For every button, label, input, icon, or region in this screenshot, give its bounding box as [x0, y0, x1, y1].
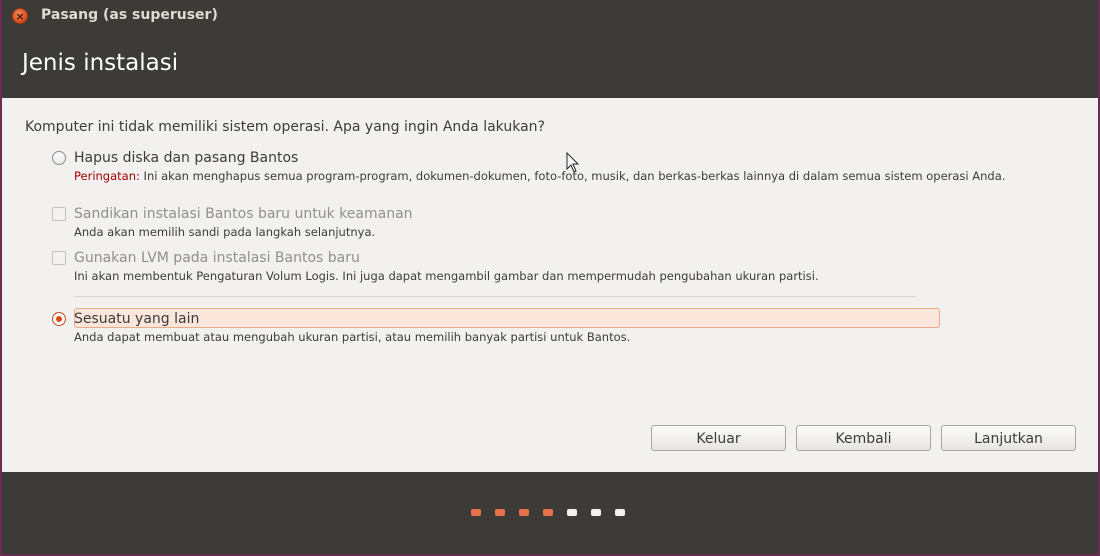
option-something-else[interactable]: Sesuatu yang lain: [52, 311, 199, 327]
page-title: Jenis instalasi: [22, 50, 179, 76]
progress-dot-1: [471, 509, 481, 516]
option-erase-label[interactable]: Hapus diska dan pasang Bantos: [74, 150, 298, 166]
progress-dot-6: [591, 509, 601, 516]
installer-window: × Pasang (as superuser) Jenis instalasi …: [2, 0, 1098, 554]
progress-dot-3: [519, 509, 529, 516]
option-lvm: Gunakan LVM pada instalasi Bantos baru: [52, 250, 360, 266]
option-lvm-description: Ini akan membentuk Pengaturan Volum Logi…: [74, 269, 819, 283]
option-encrypt-description: Anda akan memilih sandi pada langkah sel…: [74, 225, 376, 239]
option-encrypt: Sandikan instalasi Bantos baru untuk kea…: [52, 206, 413, 222]
continue-button[interactable]: Lanjutkan: [941, 425, 1076, 451]
title-bar: × Pasang (as superuser): [2, 0, 1098, 32]
separator: [74, 296, 916, 297]
progress-dot-4: [543, 509, 553, 516]
option-other-label[interactable]: Sesuatu yang lain: [74, 311, 199, 327]
mouse-pointer-icon: [566, 152, 580, 173]
radio-something-else[interactable]: [52, 312, 66, 326]
checkbox-lvm: [52, 251, 66, 265]
progress-dot-5: [567, 509, 577, 516]
option-encrypt-label: Sandikan instalasi Bantos baru untuk kea…: [74, 206, 413, 222]
progress-dots: [471, 509, 625, 516]
selected-option-highlight: [74, 308, 940, 328]
option-erase-description: Peringatan: Ini akan menghapus semua pro…: [74, 169, 1005, 183]
option-erase-disk[interactable]: Hapus diska dan pasang Bantos: [52, 150, 298, 166]
quit-button[interactable]: Keluar: [651, 425, 786, 451]
progress-dot-2: [495, 509, 505, 516]
question-text: Komputer ini tidak memiliki sistem opera…: [25, 119, 545, 135]
option-other-description: Anda dapat membuat atau mengubah ukuran …: [74, 330, 631, 344]
warning-prefix: Peringatan:: [74, 169, 140, 183]
window-title: Pasang (as superuser): [41, 7, 218, 23]
back-button[interactable]: Kembali: [796, 425, 931, 451]
option-lvm-label: Gunakan LVM pada instalasi Bantos baru: [74, 250, 360, 266]
footer-bar: [2, 472, 1098, 554]
close-icon[interactable]: ×: [12, 8, 28, 24]
content-area: Komputer ini tidak memiliki sistem opera…: [2, 98, 1098, 472]
checkbox-encrypt: [52, 207, 66, 221]
radio-erase-disk[interactable]: [52, 151, 66, 165]
progress-dot-7: [615, 509, 625, 516]
